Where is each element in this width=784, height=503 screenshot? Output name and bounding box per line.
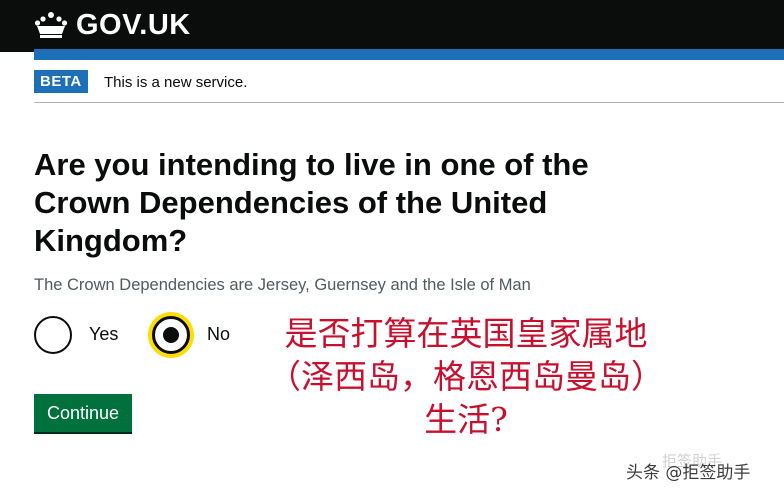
phase-banner-divider bbox=[34, 102, 784, 103]
chinese-annotation: 是否打算在英国皇家属地（泽西岛，格恩西岛曼岛）生活? bbox=[268, 314, 664, 439]
radio-button-yes[interactable] bbox=[34, 316, 72, 354]
radio-label-yes[interactable]: Yes bbox=[89, 323, 118, 345]
govuk-logo-text[interactable]: GOV.UK bbox=[76, 9, 191, 41]
site-header: GOV.UK bbox=[0, 0, 784, 52]
question-hint: The Crown Dependencies are Jersey, Guern… bbox=[34, 276, 531, 294]
question-heading: Are you intending to live in one of the … bbox=[34, 147, 589, 258]
watermark: 头条 @拒签助手 bbox=[626, 463, 751, 483]
radio-button-no[interactable] bbox=[152, 316, 190, 354]
crown-icon bbox=[34, 12, 68, 38]
phase-tag: BETA bbox=[34, 70, 88, 93]
continue-button[interactable]: Continue bbox=[34, 394, 132, 432]
radio-label-no[interactable]: No bbox=[207, 323, 230, 345]
phase-banner-text: This is a new service. bbox=[104, 74, 248, 91]
header-blue-rule bbox=[34, 49, 784, 60]
radio-selected-dot bbox=[163, 327, 179, 343]
